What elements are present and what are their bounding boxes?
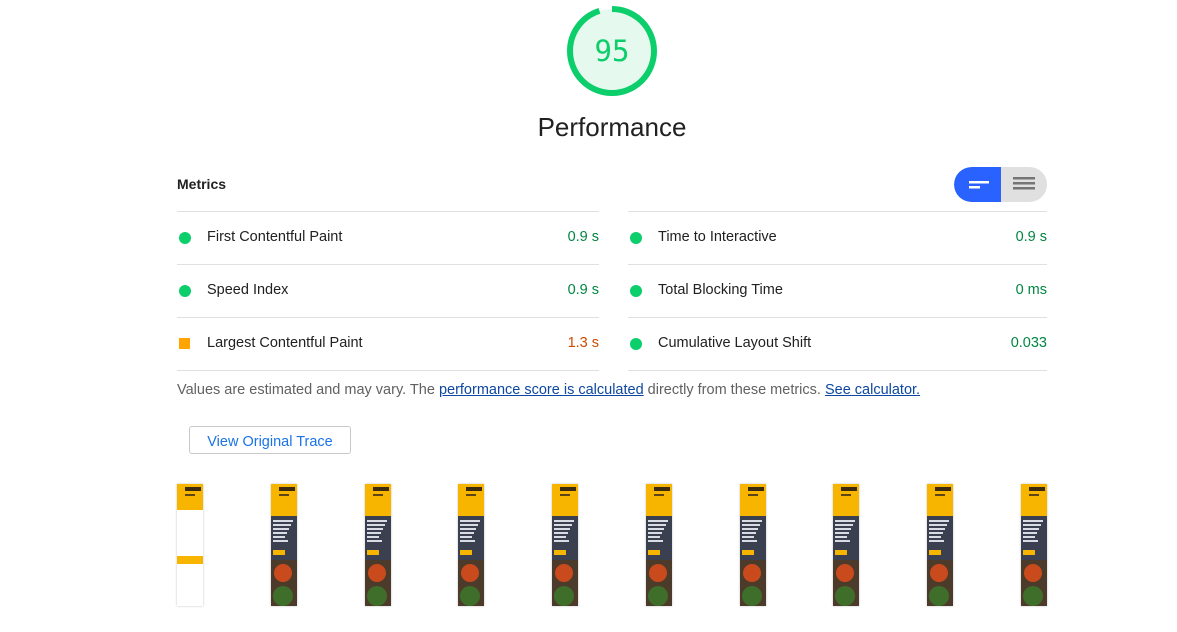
frame-hero [1021, 516, 1047, 560]
filmstrip-frame [458, 484, 484, 606]
frame-header [271, 484, 297, 516]
frame-hero [552, 516, 578, 560]
frame-food-image [1021, 560, 1047, 606]
metric-label: Total Blocking Time [658, 282, 783, 298]
performance-gauge: 95 [566, 5, 658, 97]
frame-food-image [927, 560, 953, 606]
metric-row-speed-index: Speed Index 0.9 s [177, 264, 599, 317]
view-original-trace-button[interactable]: View Original Trace [189, 426, 351, 454]
filmstrip [0, 484, 1177, 608]
metric-row-lcp: Largest Contentful Paint 1.3 s [177, 317, 599, 371]
frame-hero [458, 516, 484, 560]
gauge-title: Performance [537, 112, 687, 142]
filmstrip-frame [365, 484, 391, 606]
frame-header [927, 484, 953, 516]
list-view-button[interactable] [1001, 167, 1047, 202]
metrics-view-toggle[interactable] [954, 167, 1047, 202]
filmstrip-frame [833, 484, 859, 606]
frame-header [740, 484, 766, 516]
filmstrip-frame [271, 484, 297, 606]
pass-indicator-icon [630, 232, 642, 244]
metric-value: 1.3 s [567, 335, 599, 351]
frame-food-image [552, 560, 578, 606]
score-calculation-link[interactable]: performance score is calculated [439, 382, 644, 398]
pass-indicator-icon [179, 232, 191, 244]
filmstrip-frame [552, 484, 578, 606]
gauge-score: 95 [594, 34, 630, 68]
frame-header [552, 484, 578, 516]
frame-food-image [833, 560, 859, 606]
metric-value: 0.9 s [1015, 229, 1047, 245]
metric-label: First Contentful Paint [207, 229, 343, 245]
list-view-icon [1013, 177, 1035, 190]
metrics-column-right: Time to Interactive 0.9 s Total Blocking… [628, 211, 1047, 371]
pass-indicator-icon [630, 338, 642, 350]
frame-hero [833, 516, 859, 560]
metric-value: 0.033 [1010, 335, 1047, 351]
frame-hero [271, 516, 297, 560]
frame-food-image [646, 560, 672, 606]
frame-hero [927, 516, 953, 560]
metric-row-tbt: Total Blocking Time 0 ms [628, 264, 1047, 317]
filmstrip-frame [927, 484, 953, 606]
metric-label: Speed Index [207, 282, 289, 298]
compact-view-icon [969, 181, 989, 189]
filmstrip-frame [1021, 484, 1047, 606]
disclaimer-text-middle: directly from these metrics. [643, 382, 825, 398]
metrics-heading: Metrics [177, 176, 227, 192]
frame-food-image [740, 560, 766, 606]
disclaimer-text: Values are estimated and may vary. The [177, 382, 439, 398]
metrics-column-left: First Contentful Paint 0.9 s Speed Index… [177, 211, 599, 371]
pass-indicator-icon [179, 285, 191, 297]
filmstrip-frame [177, 484, 203, 606]
metric-value: 0.9 s [567, 229, 599, 245]
metrics-disclaimer: Values are estimated and may vary. The p… [177, 382, 920, 398]
metric-label: Largest Contentful Paint [207, 335, 363, 351]
filmstrip-frame [646, 484, 672, 606]
filmstrip-frame [740, 484, 766, 606]
frame-food-image [271, 560, 297, 606]
frame-hero [365, 516, 391, 560]
frame-header [1021, 484, 1047, 516]
metric-row-tti: Time to Interactive 0.9 s [628, 211, 1047, 264]
metric-label: Cumulative Layout Shift [658, 335, 812, 351]
frame-header [833, 484, 859, 516]
frame-button-band [177, 556, 203, 564]
frame-header [177, 484, 203, 510]
frame-header [365, 484, 391, 516]
frame-header [646, 484, 672, 516]
frame-hero [646, 516, 672, 560]
metric-row-cls: Cumulative Layout Shift 0.033 [628, 317, 1047, 371]
frame-header [458, 484, 484, 516]
frame-hero [740, 516, 766, 560]
compact-view-button[interactable] [954, 167, 1001, 202]
metric-row-fcp: First Contentful Paint 0.9 s [177, 211, 599, 264]
frame-food-image [365, 560, 391, 606]
pass-indicator-icon [630, 285, 642, 297]
average-indicator-icon [179, 338, 190, 349]
metric-value: 0 ms [1015, 282, 1047, 298]
metric-value: 0.9 s [567, 282, 599, 298]
frame-food-image [458, 560, 484, 606]
metric-label: Time to Interactive [658, 229, 777, 245]
see-calculator-link[interactable]: See calculator. [825, 382, 920, 398]
